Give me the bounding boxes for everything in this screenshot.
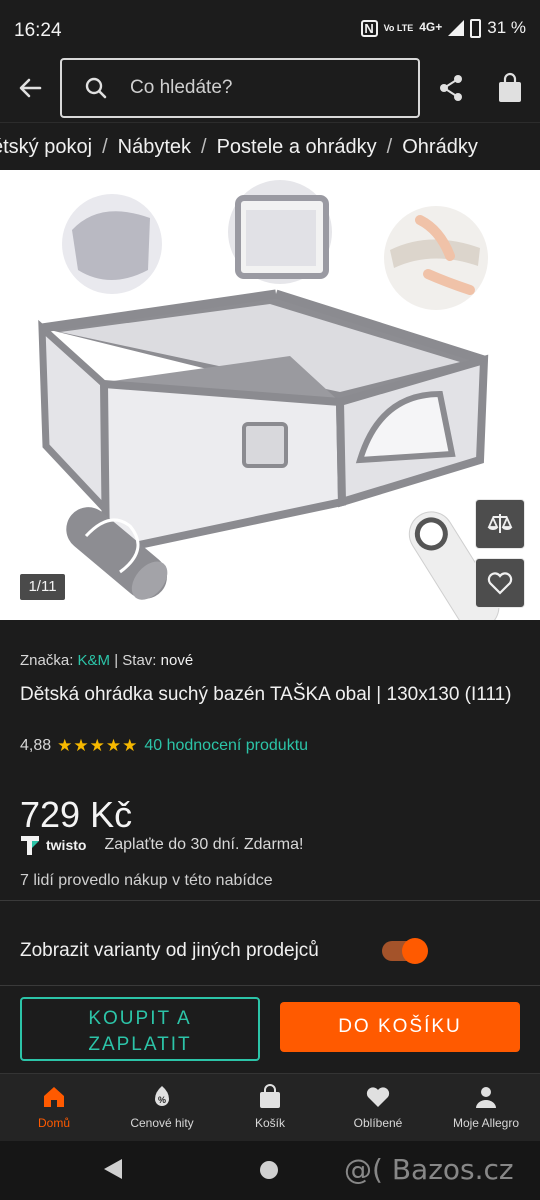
brand-label: Značka: (20, 652, 74, 669)
heart-icon (366, 1087, 390, 1107)
rating-count-link[interactable]: 40 hodnocení produktu (144, 737, 308, 755)
compare-button[interactable] (475, 499, 525, 549)
breadcrumb-item[interactable]: ětský pokoj (0, 136, 92, 159)
battery-icon (470, 18, 482, 38)
watermark: @( Bazos.cz (344, 1153, 514, 1186)
buy-now-label-line1: KOUPIT A (88, 1008, 192, 1029)
share-icon[interactable] (436, 72, 466, 104)
price: 729 Kč (20, 794, 133, 835)
favorite-button[interactable] (475, 558, 525, 608)
nav-label: Domů (37, 1116, 70, 1130)
purchase-count: 7 lidí provedlo nákup v této nabídce (20, 872, 273, 889)
product-image (38, 180, 500, 620)
breadcrumb-separator: / (102, 136, 108, 158)
search-input[interactable] (130, 72, 400, 104)
product-title: Dětská ohrádka suchý bazén TAŠKA obal | … (20, 684, 512, 705)
system-home-icon[interactable] (260, 1161, 278, 1179)
system-nav-bar: @( Bazos.cz (0, 1141, 540, 1200)
nav-label: Oblíbené (353, 1116, 403, 1130)
rating-value: 4,88 (20, 737, 52, 754)
product-gallery[interactable]: 1/11 (0, 170, 540, 620)
nav-label: Košík (254, 1116, 285, 1130)
nav-label: Moje Allegro (452, 1116, 520, 1130)
breadcrumb-item[interactable]: Postele a ohrádky (217, 136, 377, 159)
divider (0, 900, 540, 901)
user-icon (476, 1087, 496, 1108)
breadcrumb-item[interactable]: Nábytek (118, 136, 191, 159)
search-icon (85, 77, 107, 99)
rating-stars: ★★★★★ (57, 736, 139, 755)
image-counter: 1/11 (20, 574, 65, 600)
network-type: 4G+ (419, 20, 443, 34)
nav-item-account[interactable]: Moje Allegro (432, 1074, 540, 1141)
twisto-t-icon (21, 836, 39, 855)
condition-value: nové (160, 652, 194, 669)
bag-icon (260, 1084, 280, 1108)
twisto-offer: twisto Zaplaťte do 30 dní. Zdarma! (20, 834, 303, 856)
separator: | (114, 652, 119, 669)
toggle-knob (402, 938, 428, 964)
breadcrumb-separator: / (386, 136, 393, 158)
rating-row[interactable]: 4,88 ★★★★★ 40 hodnocení produktu (20, 736, 308, 756)
svg-text:%: % (158, 1095, 166, 1105)
nav-label: Cenové hity (130, 1116, 194, 1130)
buy-now-button[interactable]: KOUPIT A ZAPLATIT (20, 997, 260, 1061)
variants-label: Zobrazit varianty od jiných prodejců (20, 940, 319, 961)
breadcrumb-separator: / (201, 136, 207, 158)
condition-label: Stav: (122, 652, 157, 669)
nav-item-deals[interactable]: % Cenové hity (108, 1074, 216, 1141)
system-back-icon[interactable] (104, 1159, 122, 1179)
status-bar: 16:24 N Vo LTE 4G+ 31 % (0, 0, 540, 62)
volte-indicator: Vo LTE (383, 22, 414, 33)
status-icons: N Vo LTE 4G+ 31 % (360, 18, 526, 38)
status-time: 16:24 (14, 20, 62, 41)
breadcrumb: ětský pokoj / Nábytek / Postele a ohrádk… (0, 122, 540, 170)
buy-now-label-line2: ZAPLATIT (88, 1034, 192, 1055)
home-icon (44, 1087, 64, 1107)
cart-bag-icon[interactable] (496, 72, 524, 104)
battery-level: 31 % (487, 18, 526, 37)
nav-item-favorites[interactable]: Oblíbené (324, 1074, 432, 1141)
action-bar: KOUPIT A ZAPLATIT DO KOŠÍKU (0, 985, 540, 1073)
twisto-text: Zaplaťte do 30 dní. Zdarma! (104, 836, 304, 853)
heart-icon (487, 572, 513, 595)
bottom-nav: Domů % Cenové hity Košík Oblíbené Moje A… (0, 1073, 540, 1141)
nav-item-home[interactable]: Domů (0, 1074, 108, 1141)
twisto-logo: twisto (20, 834, 86, 856)
search-box[interactable] (60, 58, 420, 118)
signal-icon (448, 20, 465, 36)
breadcrumb-item[interactable]: Ohrádky (402, 136, 478, 159)
back-arrow-icon[interactable] (14, 72, 46, 104)
twisto-brand: twisto (46, 837, 87, 853)
variants-toggle[interactable] (382, 938, 428, 964)
compare-scale-icon (487, 514, 513, 533)
nav-item-cart[interactable]: Košík (216, 1074, 324, 1141)
percent-tag-icon: % (155, 1086, 169, 1106)
brand-condition-line: Značka: K&M | Stav: nové (20, 652, 193, 669)
top-bar (0, 58, 540, 120)
add-to-cart-button[interactable]: DO KOŠÍKU (280, 1002, 520, 1052)
brand-link[interactable]: K&M (78, 652, 111, 669)
nfc-icon: N (360, 19, 378, 37)
